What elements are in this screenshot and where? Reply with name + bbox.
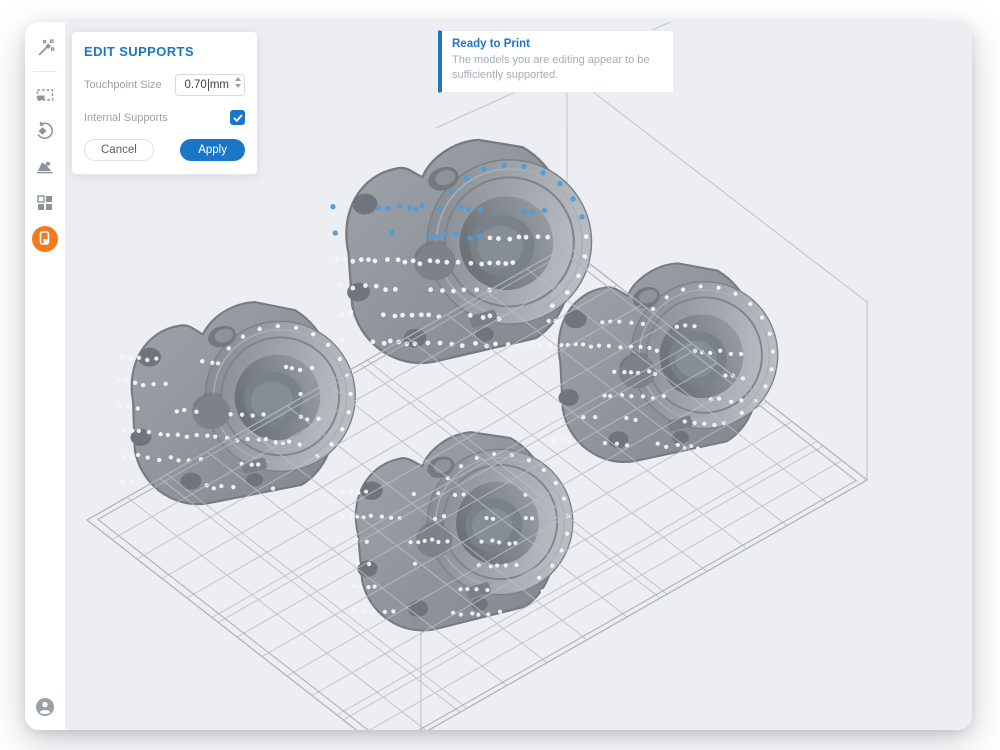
layout-tool-button[interactable] bbox=[31, 189, 59, 217]
model-3[interactable] bbox=[542, 258, 783, 465]
one-click-setup-button[interactable] bbox=[31, 34, 59, 62]
ready-to-print-banner: Ready to Print The models you are editin… bbox=[438, 30, 674, 93]
internal-supports-label: Internal Supports bbox=[84, 112, 168, 124]
model-2[interactable] bbox=[114, 299, 359, 507]
internal-supports-checkbox[interactable] bbox=[230, 110, 245, 125]
apply-button[interactable]: Apply bbox=[180, 139, 245, 161]
layout-grid-icon bbox=[34, 192, 56, 214]
edit-supports-active-button[interactable] bbox=[31, 225, 59, 253]
edit-supports-icon bbox=[31, 225, 59, 253]
panel-title: EDIT SUPPORTS bbox=[84, 44, 245, 59]
edit-supports-panel: EDIT SUPPORTS Touchpoint Size 0.70 mm Int… bbox=[71, 31, 258, 175]
magic-wand-icon bbox=[34, 37, 56, 59]
checkmark-icon bbox=[233, 109, 243, 127]
orientation-tool-button[interactable] bbox=[31, 117, 59, 145]
banner-title: Ready to Print bbox=[452, 38, 663, 50]
selection-size-icon bbox=[34, 84, 56, 106]
page: EDIT SUPPORTS Touchpoint Size 0.70 mm Int… bbox=[0, 0, 1000, 750]
stepper-down-icon[interactable] bbox=[235, 84, 241, 88]
touchpoint-size-value: 0.70 bbox=[184, 79, 206, 91]
banner-message: The models you are editing appear to be … bbox=[452, 53, 663, 84]
app-window: EDIT SUPPORTS Touchpoint Size 0.70 mm Int… bbox=[25, 22, 972, 730]
touchpoint-size-unit: mm bbox=[210, 79, 229, 91]
user-avatar-icon bbox=[34, 706, 56, 721]
touchpoint-size-input[interactable]: 0.70 mm bbox=[175, 74, 245, 96]
toolbar-divider bbox=[33, 71, 57, 72]
size-tool-button[interactable] bbox=[31, 81, 59, 109]
text-caret bbox=[208, 79, 209, 91]
orientation-shape-icon bbox=[34, 156, 56, 178]
rotate-orientation-icon bbox=[34, 120, 56, 142]
user-account-button[interactable] bbox=[33, 696, 57, 720]
supports-tool-button[interactable] bbox=[31, 153, 59, 181]
toolbar-sidebar bbox=[25, 22, 66, 730]
cancel-button[interactable]: Cancel bbox=[84, 139, 154, 161]
stepper-up-icon[interactable] bbox=[235, 77, 241, 81]
scene-canvas[interactable]: EDIT SUPPORTS Touchpoint Size 0.70 mm Int… bbox=[66, 22, 972, 730]
stepper-arrows[interactable] bbox=[235, 77, 241, 88]
touchpoint-size-label: Touchpoint Size bbox=[84, 79, 162, 91]
